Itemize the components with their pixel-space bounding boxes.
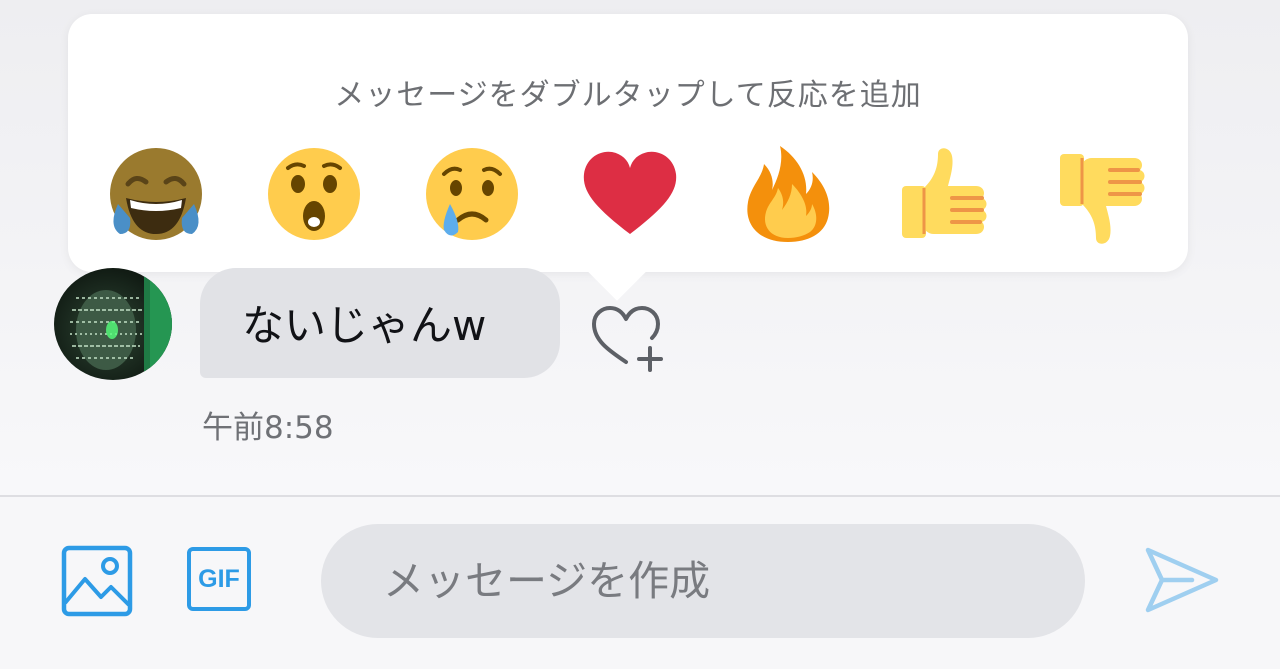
message-bubble[interactable]: ないじゃんw bbox=[200, 268, 560, 378]
surprised-emoji[interactable] bbox=[262, 142, 366, 250]
fire-emoji[interactable] bbox=[736, 142, 840, 250]
crying-emoji[interactable] bbox=[420, 142, 524, 250]
heart-plus-icon[interactable] bbox=[588, 300, 672, 378]
thumbs-up-emoji[interactable] bbox=[894, 142, 998, 250]
reaction-picker: メッセージをダブルタップして反応を追加 bbox=[68, 14, 1188, 272]
tears-of-joy-emoji[interactable] bbox=[104, 142, 208, 250]
reaction-hint: メッセージをダブルタップして反応を追加 bbox=[334, 78, 922, 113]
message-text: ないじゃんw bbox=[242, 301, 487, 350]
message-input[interactable] bbox=[321, 524, 1085, 638]
image-icon[interactable] bbox=[61, 545, 133, 617]
gif-button[interactable]: GIF bbox=[185, 545, 257, 617]
gif-label: GIF bbox=[187, 547, 251, 611]
sender-avatar[interactable] bbox=[54, 268, 172, 380]
send-icon[interactable] bbox=[1142, 542, 1222, 618]
message-timestamp: 午前8:58 bbox=[202, 410, 334, 446]
red-heart-emoji[interactable] bbox=[578, 142, 682, 250]
thumbs-down-emoji[interactable] bbox=[1052, 142, 1156, 250]
